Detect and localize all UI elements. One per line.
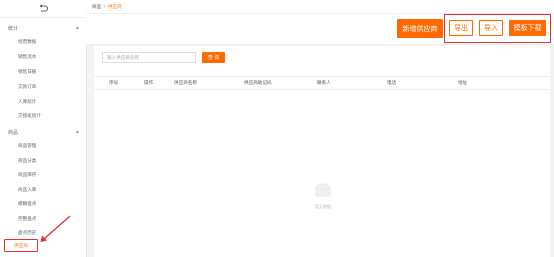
chevron-up-icon: ▲ — [75, 25, 80, 31]
topbar: 商品 > 供应商 — [86, 0, 554, 14]
empty-state-text: 暂无数据 — [315, 204, 331, 209]
template-download-button[interactable]: 模板下载 — [509, 20, 546, 36]
sidebar-item-stock-in-stats[interactable]: 入库统计 — [18, 97, 36, 106]
import-button[interactable]: 导入 — [479, 20, 503, 36]
column-header-actions: 操作 — [144, 80, 154, 85]
empty-box-icon — [315, 183, 331, 197]
sidebar-item-goods-management[interactable]: 商品管理 — [18, 141, 36, 150]
sidebar-item-label: 供应商 — [14, 243, 28, 248]
empty-state: 暂无数据 — [308, 183, 338, 210]
sidebar-item-shift-stats[interactable]: 交接班统计 — [18, 111, 41, 120]
sidebar-item-fuzzy-check[interactable]: 模糊盘点 — [18, 199, 36, 208]
column-header-index: 序号 — [109, 80, 119, 85]
chevron-up-icon: ▲ — [75, 129, 80, 135]
sidebar-item-full-check[interactable]: 完整盘点 — [18, 214, 36, 223]
sidebar-item-payment-orders[interactable]: 交款订单 — [18, 82, 36, 91]
export-button[interactable]: 导出 — [449, 20, 473, 36]
sidebar-group-label: 商品 — [8, 130, 19, 136]
back-icon[interactable] — [38, 4, 48, 14]
supplier-search-input[interactable] — [102, 52, 196, 63]
sidebar-group-label: 统计 — [8, 26, 19, 32]
sidebar-item-business-data[interactable]: 经营数据 — [18, 37, 36, 46]
breadcrumb: 商品 > 供应商 — [92, 4, 122, 10]
column-header-address: 地址 — [458, 80, 468, 85]
sidebar-header — [0, 0, 86, 18]
column-header-supplier-name: 供应商名称 — [174, 80, 197, 85]
sidebar-item-sales-daily[interactable]: 销售日报 — [18, 67, 36, 76]
sidebar: 统计 ▲ 经营数据 销售流水 销售日报 交款订单 入库统计 交接班统计 商品 ▲… — [0, 0, 87, 257]
main-content: 查 询 序号 操作 供应商名称 供应商助记码 联系人 电话 地址 暂无数据 — [94, 46, 550, 257]
search-button[interactable]: 查 询 — [202, 52, 225, 63]
sidebar-item-check-history[interactable]: 盘点历史 — [18, 228, 36, 237]
sidebar-item-supplier[interactable]: 供应商 — [4, 239, 38, 252]
sidebar-group-stats[interactable]: 统计 ▲ — [0, 21, 86, 35]
column-header-supplier-code: 供应商助记码 — [244, 80, 272, 85]
sidebar-group-goods[interactable]: 商品 ▲ — [0, 125, 86, 139]
add-supplier-button[interactable]: 新增供应商 — [397, 19, 443, 38]
breadcrumb-separator: > — [103, 4, 106, 9]
table-header: 序号 操作 供应商名称 供应商助记码 联系人 电话 地址 — [94, 76, 550, 90]
sidebar-item-goods-stock-in[interactable]: 商品入库 — [18, 185, 36, 194]
breadcrumb-current: 供应商 — [107, 4, 122, 9]
column-header-phone: 电话 — [387, 80, 397, 85]
sidebar-item-goods-category[interactable]: 商品分类 — [18, 156, 36, 165]
action-bar: 新增供应商 导出 导入 模板下载 — [86, 14, 554, 45]
breadcrumb-root[interactable]: 商品 — [92, 4, 101, 9]
sidebar-item-sales-flow[interactable]: 销售流水 — [18, 52, 36, 61]
column-header-contact: 联系人 — [317, 80, 331, 85]
sidebar-item-goods-stock[interactable]: 商品库存 — [18, 170, 36, 179]
